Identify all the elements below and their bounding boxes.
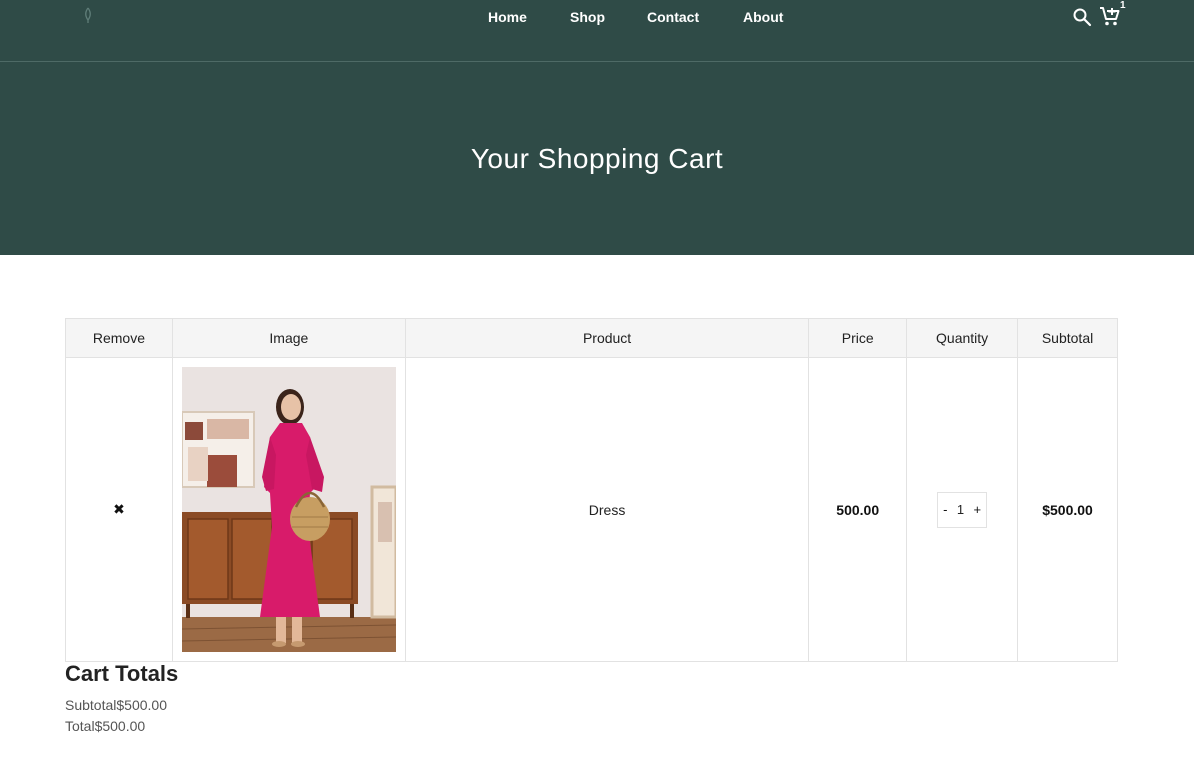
price-cell: 500.00 — [808, 357, 908, 662]
search-icon[interactable] — [1072, 7, 1092, 27]
quantity-value[interactable]: 1 — [957, 502, 964, 517]
increase-quantity-button[interactable]: + — [974, 502, 982, 517]
quantity-cell: - 1 + — [906, 357, 1019, 662]
cart-total-label: Total — [65, 718, 95, 734]
column-header-product: Product — [404, 318, 810, 358]
remove-cell: ✖ — [65, 357, 173, 662]
price-value: 500.00 — [836, 501, 880, 518]
cart-totals-heading: Cart Totals — [65, 661, 179, 686]
image-cell — [171, 357, 406, 662]
subtotal-cell: $500.00 — [1017, 357, 1118, 662]
decrease-quantity-button[interactable]: - — [943, 502, 947, 517]
nav-link-shop[interactable]: Shop — [570, 7, 605, 27]
column-header-subtotal: Subtotal — [1017, 318, 1118, 358]
cart-icon[interactable] — [1099, 5, 1121, 27]
nav-link-contact[interactable]: Contact — [647, 7, 699, 27]
cart-total-value: $500.00 — [94, 718, 146, 734]
main-nav: Home Shop Contact About — [0, 7, 1194, 27]
cart-total-line: Total$500.00 — [65, 717, 145, 735]
column-header-image: Image — [171, 318, 406, 358]
cart-table: Remove Image Product Price Quantity Subt… — [65, 318, 1118, 662]
cart-subtotal-line: Subtotal$500.00 — [65, 696, 167, 714]
table-row: ✖ Dress 500.00 - 1 + $500.00 — [65, 357, 1118, 662]
nav-link-about[interactable]: About — [743, 7, 783, 27]
column-header-remove: Remove — [65, 318, 173, 358]
remove-item-button[interactable]: ✖ — [113, 501, 125, 517]
site-header: Home Shop Contact About 1 — [0, 0, 1194, 62]
cart-subtotal-label: Subtotal — [65, 697, 117, 713]
page-banner: Your Shopping Cart — [0, 62, 1194, 255]
nav-link-home[interactable]: Home — [488, 7, 527, 27]
page-title: Your Shopping Cart — [470, 143, 724, 174]
cart-subtotal-value: $500.00 — [116, 697, 167, 713]
product-name-cell: Dress — [404, 357, 810, 662]
cart-count-badge: 1 — [1120, 0, 1126, 11]
column-header-quantity: Quantity — [906, 318, 1019, 358]
quantity-stepper: - 1 + — [937, 491, 988, 528]
product-image[interactable] — [181, 367, 396, 652]
column-header-price: Price — [808, 318, 908, 358]
table-header-row: Remove Image Product Price Quantity Subt… — [65, 318, 1118, 358]
subtotal-value: $500.00 — [1042, 501, 1093, 518]
